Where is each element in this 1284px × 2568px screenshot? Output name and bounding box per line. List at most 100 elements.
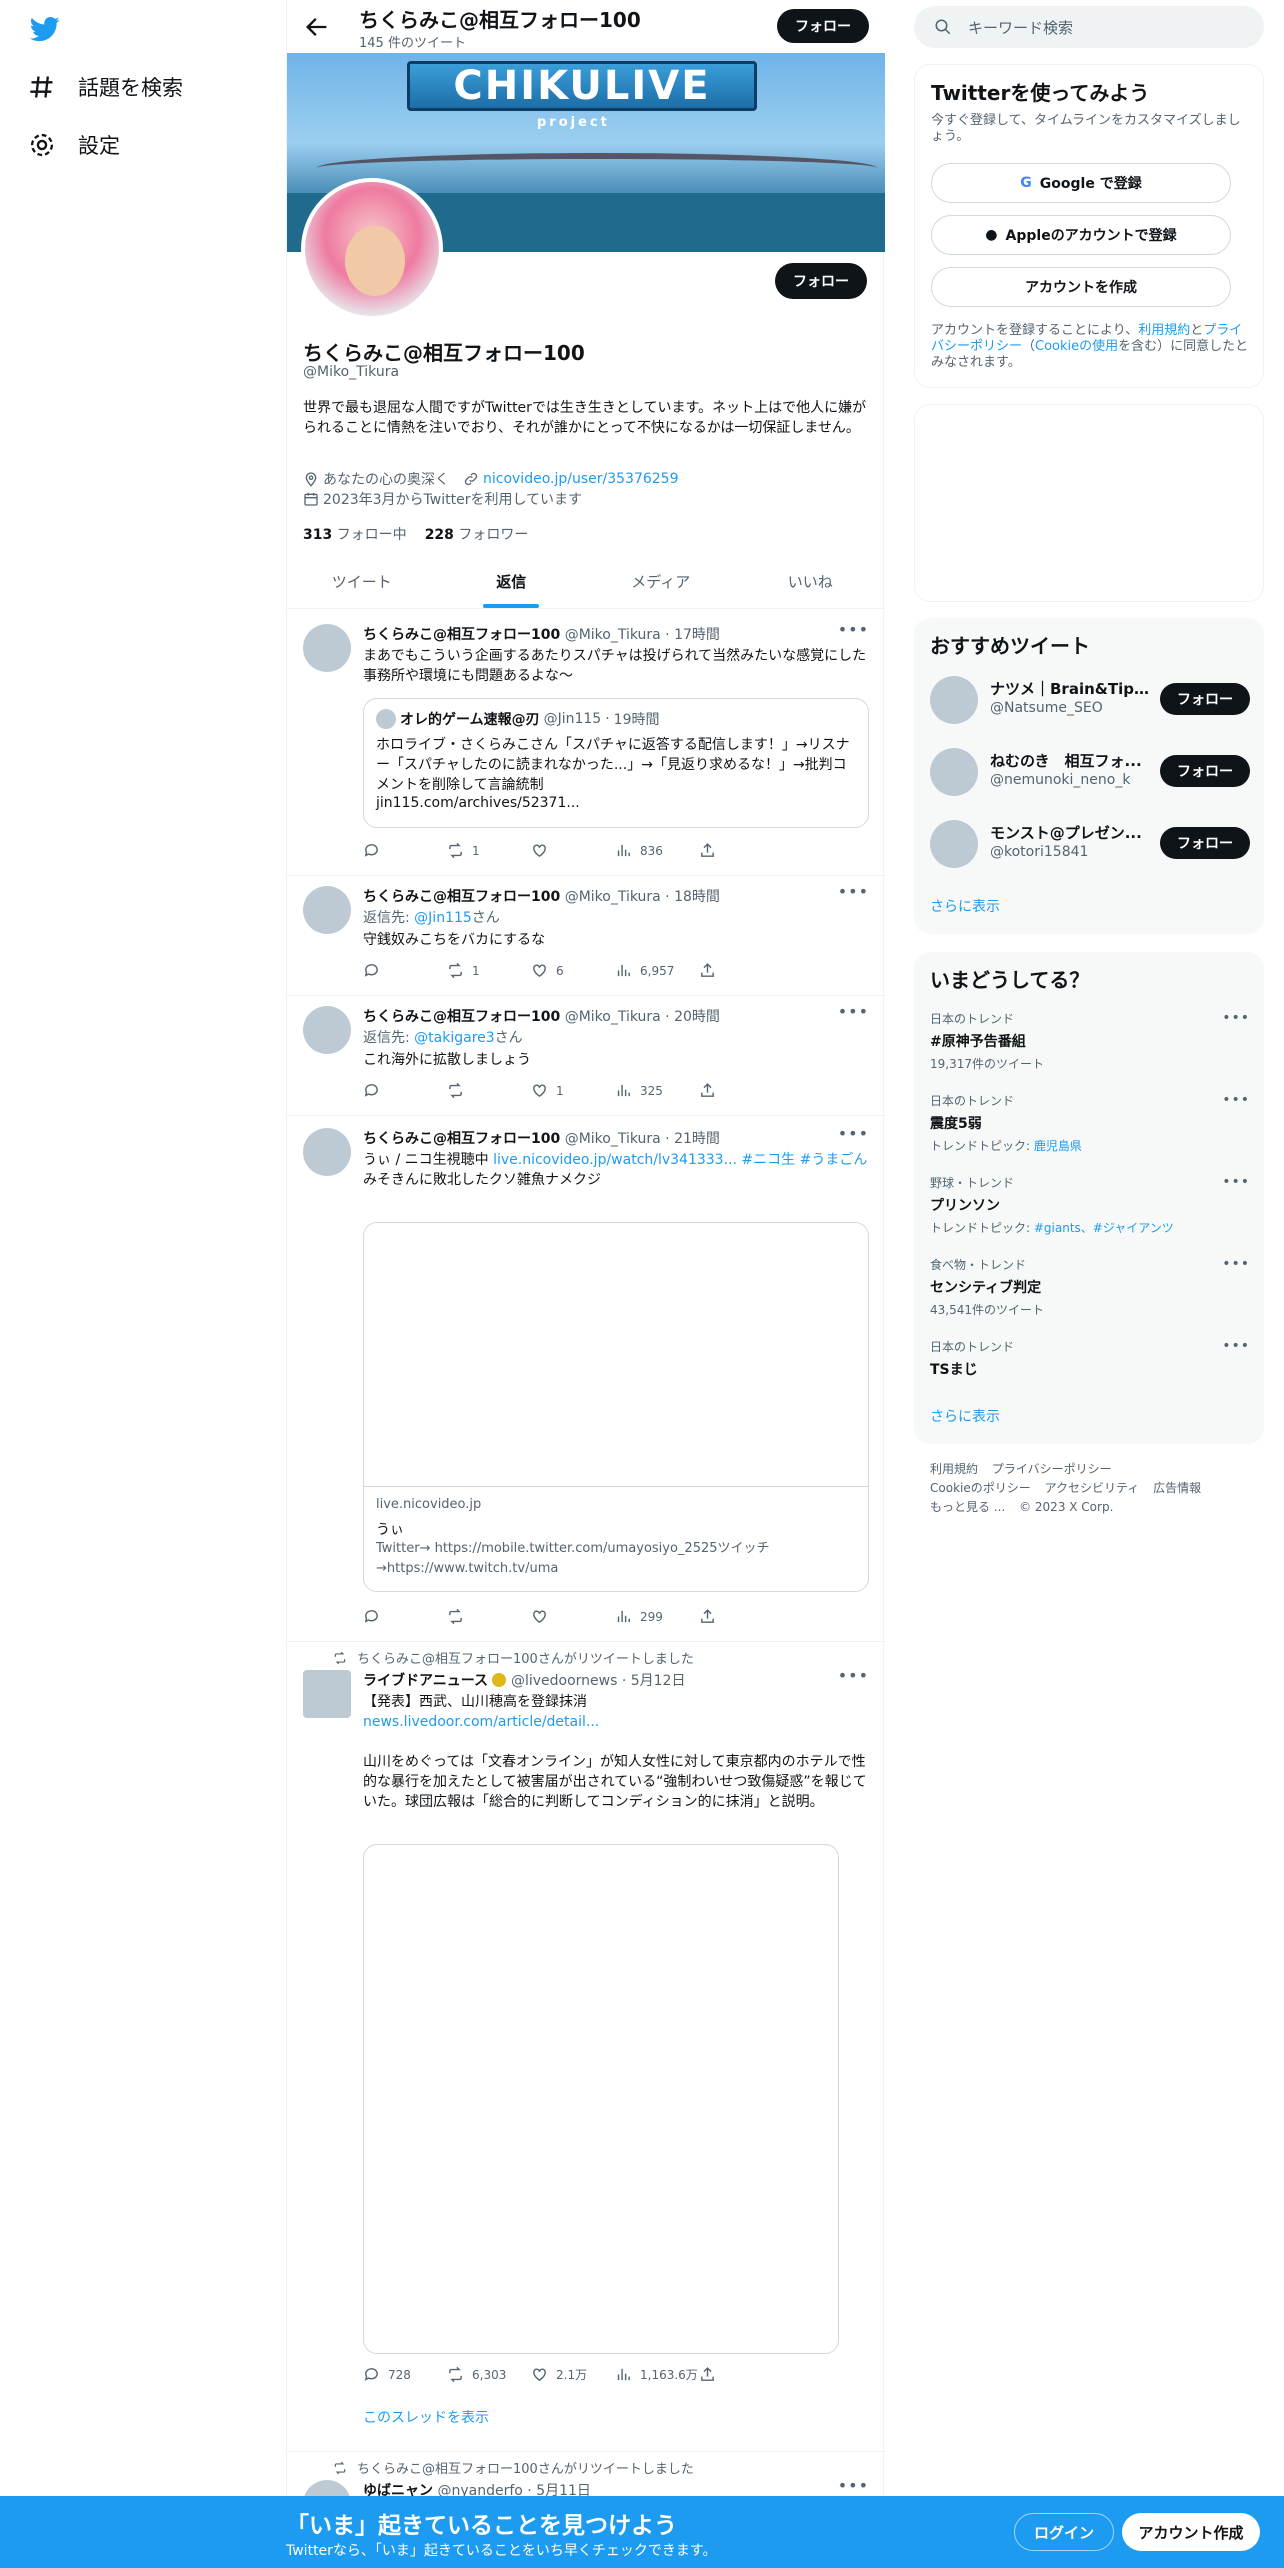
profile-follow-button[interactable]: フォロー — [775, 263, 867, 299]
more-options-icon[interactable]: ••• — [838, 1124, 869, 1143]
profile-avatar[interactable] — [301, 178, 443, 320]
tweet-time[interactable]: 21時間 — [674, 1131, 720, 1147]
tweet-author-name[interactable]: ちくらみこ@相互フォロー100 — [363, 889, 560, 905]
follow-button[interactable]: フォロー — [1160, 755, 1250, 787]
who-to-follow-user[interactable]: モンスト@プレゼン... @kotori15841 フォロー — [930, 818, 1250, 868]
who-to-follow-user[interactable]: ナツメ｜Brain&Tips... @Natsume_SEO フォロー — [930, 674, 1250, 724]
trend-more-icon[interactable]: ••• — [1222, 1174, 1250, 1190]
share-button[interactable] — [699, 1082, 783, 1099]
share-button[interactable] — [699, 962, 783, 979]
who-to-follow-user[interactable]: ねむのき 相互フォ... @nemunoki_neno_k フォロー — [930, 746, 1250, 796]
more-options-icon[interactable]: ••• — [838, 1002, 869, 1021]
nav-settings[interactable]: 設定 — [28, 130, 120, 160]
like-button[interactable]: 1 — [531, 1082, 615, 1099]
follow-button[interactable]: フォロー — [1160, 683, 1250, 715]
tweet-time[interactable]: 5月12日 — [631, 1673, 686, 1689]
tweet-author-handle[interactable]: @Miko_Tikura — [565, 627, 661, 643]
retweet-button[interactable] — [447, 1082, 531, 1099]
reply-button[interactable] — [363, 842, 447, 859]
more-options-icon[interactable]: ••• — [838, 620, 869, 639]
tab-replies[interactable]: 返信 — [437, 556, 587, 608]
show-thread-link[interactable]: このスレッドを表示 — [363, 2410, 489, 2426]
cookie-link[interactable]: Cookieの使用 — [1035, 339, 1118, 354]
search-input[interactable]: キーワード検索 — [914, 6, 1264, 48]
trend-item[interactable]: 野球・トレンド プリンソン トレンドトピック: #giants、#ジャイアンツ … — [930, 1174, 1250, 1236]
more-options-icon[interactable]: ••• — [838, 1666, 869, 1685]
footer-accessibility[interactable]: アクセシビリティ — [1045, 1481, 1140, 1495]
tweet-author-handle[interactable]: @Miko_Tikura — [565, 1131, 661, 1147]
trend-topic-link[interactable]: 鹿児島県 — [1034, 1139, 1082, 1153]
footer-terms[interactable]: 利用規約 — [930, 1462, 978, 1476]
retweet-button[interactable] — [447, 1608, 531, 1625]
trend-more-icon[interactable]: ••• — [1222, 1338, 1250, 1354]
create-account-button[interactable]: アカウントを作成 — [931, 267, 1231, 307]
tweet-author-handle[interactable]: @Miko_Tikura — [565, 1009, 661, 1025]
trend-more-icon[interactable]: ••• — [1222, 1010, 1250, 1026]
google-signup-button[interactable]: G Google で登録 — [931, 163, 1231, 203]
like-button[interactable]: 2.1万 — [531, 2366, 615, 2383]
trend-item[interactable]: 食べ物・トレンド センシティブ判定 43,541件のツイート ••• — [930, 1256, 1250, 1318]
footer-more[interactable]: もっと見る ... — [930, 1500, 1005, 1514]
twitter-logo-icon[interactable] — [28, 14, 62, 44]
views-button[interactable]: 1,163.6万 — [615, 2366, 699, 2383]
trends-show-more[interactable]: さらに表示 — [930, 1406, 1000, 1426]
tweet-author-name[interactable]: ちくらみこ@相互フォロー100 — [363, 1009, 560, 1025]
tweet-time[interactable]: 20時間 — [674, 1009, 720, 1025]
nav-explore[interactable]: 話題を検索 — [28, 72, 183, 102]
tab-media[interactable]: メディア — [586, 556, 736, 608]
tweet-time[interactable]: 18時間 — [674, 889, 720, 905]
tab-likes[interactable]: いいね — [736, 556, 886, 608]
trend-more-icon[interactable]: ••• — [1222, 1092, 1250, 1108]
follow-button[interactable]: フォロー — [1160, 827, 1250, 859]
tweet[interactable]: ちくらみこ@相互フォロー100 @Miko_Tikura · 20時間 ••• … — [287, 996, 885, 1116]
profile-website-link[interactable]: nicovideo.jp/user/35376259 — [483, 471, 678, 487]
footer-cookie[interactable]: Cookieのポリシー — [930, 1481, 1031, 1495]
topbar-follow-button[interactable]: フォロー — [777, 9, 869, 43]
tab-tweets[interactable]: ツイート — [287, 556, 437, 608]
views-button[interactable]: 299 — [615, 1608, 699, 1625]
views-button[interactable]: 836 — [615, 842, 699, 859]
back-arrow-icon[interactable] — [303, 13, 331, 41]
retweeted-by-label[interactable]: ちくらみこ@相互フォロー100さんがリツイートしました — [357, 2458, 694, 2477]
terms-link[interactable]: 利用規約 — [1138, 323, 1190, 338]
followers-link[interactable]: 228 フォロワー — [425, 524, 529, 544]
quote-tweet[interactable]: オレ的ゲーム速報@刃 @Jin115 · 19時間 ホロライブ・さくらみこさん「スパ… — [363, 698, 869, 828]
tweet-link[interactable]: live.nicovideo.jp/watch/lv341333... — [493, 1152, 737, 1168]
views-button[interactable]: 325 — [615, 1082, 699, 1099]
footer-privacy[interactable]: プライバシーポリシー — [992, 1462, 1112, 1476]
tweet-avatar[interactable] — [303, 624, 351, 672]
tweet-avatar[interactable] — [303, 1128, 351, 1176]
apple-signup-button[interactable]: ● Appleのアカウントで登録 — [931, 215, 1231, 255]
reply-to-link[interactable]: @Jin115 — [414, 910, 472, 926]
more-options-icon[interactable]: ••• — [838, 2476, 869, 2495]
tweet-avatar[interactable] — [303, 1006, 351, 1054]
reply-button[interactable]: 728 — [363, 2366, 447, 2383]
retweeted-by-label[interactable]: ちくらみこ@相互フォロー100さんがリツイートしました — [357, 1648, 694, 1667]
who-to-follow-show-more[interactable]: さらに表示 — [930, 896, 1000, 916]
tweet-time[interactable]: 17時間 — [674, 627, 720, 643]
retweet-button[interactable]: 1 — [447, 842, 531, 859]
user-avatar[interactable] — [930, 748, 978, 796]
tweet-author-name[interactable]: ちくらみこ@相互フォロー100 — [363, 1131, 560, 1147]
link-card[interactable]: live.nicovideo.jp うぃ Twitter→ https://mo… — [363, 1222, 869, 1592]
like-button[interactable] — [531, 1608, 615, 1625]
tweet-link[interactable]: news.livedoor.com/article/detail... — [363, 1714, 599, 1730]
trend-topic-link[interactable]: #giants、#ジャイアンツ — [1034, 1221, 1174, 1235]
retweet-button[interactable]: 1 — [447, 962, 531, 979]
tweet-author-handle[interactable]: @livedoornews — [511, 1673, 617, 1689]
more-options-icon[interactable]: ••• — [838, 882, 869, 901]
reply-button[interactable] — [363, 1082, 447, 1099]
signup-button[interactable]: アカウント作成 — [1122, 2513, 1260, 2551]
login-button[interactable]: ログイン — [1014, 2513, 1114, 2551]
user-avatar[interactable] — [930, 676, 978, 724]
views-button[interactable]: 6,957 — [615, 962, 699, 979]
tweet-author-name[interactable]: ちくらみこ@相互フォロー100 — [363, 627, 560, 643]
trend-item[interactable]: 日本のトレンド 震度5弱 トレンドトピック: 鹿児島県 ••• — [930, 1092, 1250, 1154]
retweet-button[interactable]: 6,303 — [447, 2366, 531, 2383]
following-link[interactable]: 313 フォロー中 — [303, 524, 407, 544]
share-button[interactable] — [699, 1608, 783, 1625]
reply-to-link[interactable]: @takigare3 — [414, 1030, 495, 1046]
tweet-avatar[interactable] — [303, 1670, 351, 1718]
tweet-media[interactable] — [363, 1844, 839, 2354]
share-button[interactable] — [699, 2366, 783, 2383]
